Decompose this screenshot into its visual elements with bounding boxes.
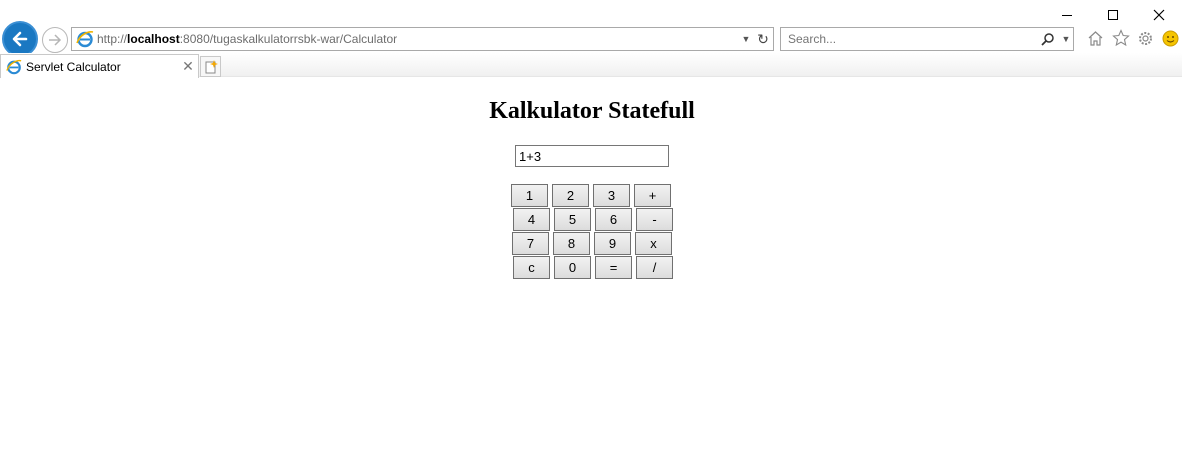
back-arrow-icon (12, 31, 28, 47)
home-icon[interactable] (1086, 28, 1105, 48)
forward-button[interactable] (42, 27, 68, 53)
back-button[interactable] (2, 21, 38, 57)
tab-close-icon[interactable]: ✕ (178, 58, 198, 75)
page-title: Kalkulator Statefull (489, 98, 695, 124)
url-path: :8080/tugaskalkulatorrsbk-war/Calculator (179, 32, 398, 46)
search-input[interactable] (781, 29, 1037, 49)
refresh-icon[interactable]: ↻ (753, 31, 773, 48)
key-plus-button[interactable]: + (634, 184, 671, 207)
browser-tools (1086, 28, 1180, 48)
key-9-button[interactable]: 9 (594, 232, 631, 255)
keypad-row: 7 8 9 x (511, 232, 673, 255)
new-tab-button[interactable] (200, 56, 221, 77)
address-url: http://localhost:8080/tugaskalkulatorrsb… (97, 32, 739, 46)
key-clear-button[interactable]: c (513, 256, 550, 279)
tab-label: Servlet Calculator (26, 59, 121, 74)
keypad-row: 4 5 6 - (511, 208, 673, 231)
url-host: localhost (127, 32, 180, 46)
minimize-button[interactable] (1044, 0, 1090, 30)
tab-bar: Servlet Calculator ✕ (0, 53, 1182, 78)
key-divide-button[interactable]: / (636, 256, 673, 279)
gear-icon[interactable] (1136, 28, 1155, 48)
forward-arrow-icon (49, 34, 62, 46)
search-dropdown-icon[interactable]: ▼ (1059, 34, 1073, 44)
calculator-keypad: 1 2 3 + 4 5 6 - 7 8 9 x c 0 = / (511, 184, 673, 280)
address-bar[interactable]: http://localhost:8080/tugaskalkulatorrsb… (71, 27, 774, 51)
address-dropdown-icon[interactable]: ▼ (739, 34, 753, 44)
search-icon[interactable] (1037, 32, 1059, 46)
key-multiply-button[interactable]: x (635, 232, 672, 255)
search-box: ▼ (780, 27, 1074, 51)
calculator-display[interactable] (515, 145, 669, 167)
smiley-icon[interactable] (1161, 28, 1180, 48)
key-4-button[interactable]: 4 (513, 208, 550, 231)
key-minus-button[interactable]: - (636, 208, 673, 231)
page-content: Kalkulator Statefull 1 2 3 + 4 5 6 - 7 8… (0, 78, 1182, 461)
key-equals-button[interactable]: = (595, 256, 632, 279)
tab-servlet-calculator[interactable]: Servlet Calculator ✕ (0, 54, 199, 78)
key-6-button[interactable]: 6 (595, 208, 632, 231)
key-0-button[interactable]: 0 (554, 256, 591, 279)
keypad-row: 1 2 3 + (511, 184, 673, 207)
maximize-button[interactable] (1090, 0, 1136, 30)
key-8-button[interactable]: 8 (553, 232, 590, 255)
key-5-button[interactable]: 5 (554, 208, 591, 231)
star-icon[interactable] (1111, 28, 1130, 48)
keypad-row: c 0 = / (511, 256, 673, 279)
close-window-button[interactable] (1136, 0, 1182, 30)
url-scheme: http:// (97, 32, 128, 46)
new-tab-icon (205, 59, 218, 73)
key-2-button[interactable]: 2 (552, 184, 589, 207)
key-3-button[interactable]: 3 (593, 184, 630, 207)
key-1-button[interactable]: 1 (511, 184, 548, 207)
minimize-icon (1062, 14, 1072, 16)
ie-tab-icon (6, 59, 22, 74)
close-icon (1153, 9, 1165, 21)
ie-page-icon (76, 31, 94, 48)
key-7-button[interactable]: 7 (512, 232, 549, 255)
maximize-icon (1108, 10, 1118, 20)
